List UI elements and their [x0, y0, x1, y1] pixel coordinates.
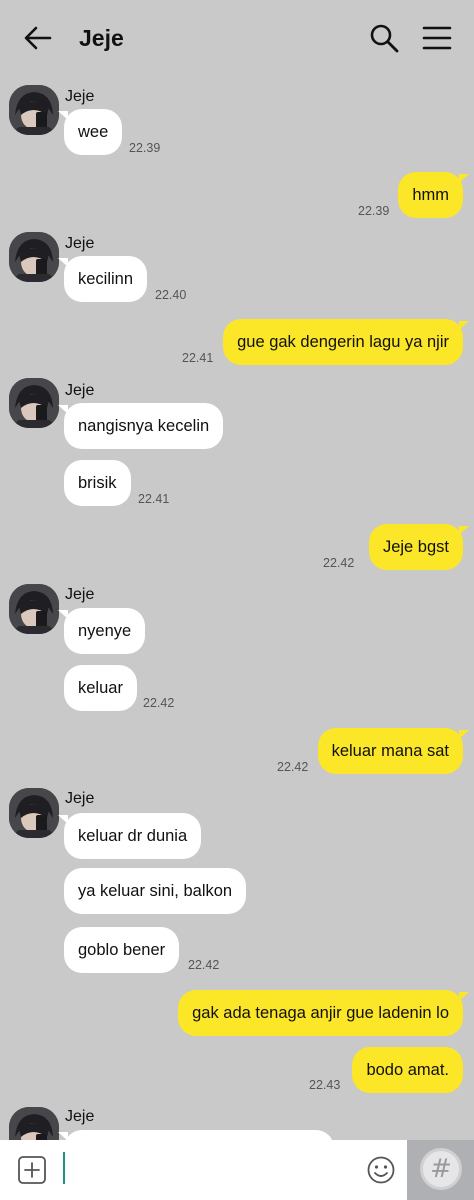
incoming-message[interactable] — [58, 1130, 334, 1140]
message-time: 22.42 — [277, 760, 309, 774]
incoming-message[interactable]: nangisnya kecelin — [57, 403, 224, 449]
plus-square-icon[interactable] — [17, 1155, 47, 1185]
message-time: 22.42 — [143, 696, 175, 710]
sender-name: Jeje — [65, 586, 95, 603]
sender-name: Jeje — [65, 88, 95, 105]
hash-icon: # — [420, 1148, 462, 1190]
avatar[interactable] — [9, 378, 59, 428]
message-input[interactable] — [62, 1150, 360, 1190]
search-icon[interactable] — [368, 22, 400, 54]
incoming-message[interactable]: brisik — [64, 460, 131, 506]
outgoing-message[interactable]: keluar mana sat — [317, 728, 470, 774]
hash-button[interactable]: # — [407, 1140, 474, 1200]
message-time: 22.41 — [138, 492, 170, 506]
text-cursor — [63, 1152, 65, 1184]
incoming-message[interactable]: kecilinn — [57, 256, 148, 302]
outgoing-message[interactable]: gak ada tenaga anjir gue ladenin lo — [178, 990, 469, 1036]
message-time: 22.41 — [182, 351, 214, 365]
message-time: 22.39 — [129, 141, 161, 155]
message-time: 22.39 — [358, 204, 390, 218]
message-time: 22.40 — [155, 288, 187, 302]
chat-title: Jeje — [79, 25, 124, 51]
message-time: 22.42 — [188, 958, 220, 972]
arrow-left-icon[interactable] — [22, 24, 54, 52]
outgoing-message[interactable]: bodo amat. — [352, 1047, 463, 1093]
incoming-message[interactable]: nyenye — [57, 608, 146, 654]
sender-name: Jeje — [65, 382, 95, 399]
incoming-message[interactable]: keluar — [64, 665, 137, 711]
avatar[interactable] — [9, 788, 59, 838]
outgoing-message[interactable]: hmm — [398, 172, 469, 218]
avatar[interactable] — [9, 1107, 59, 1140]
sender-name: Jeje — [65, 1108, 95, 1125]
message-time: 22.43 — [309, 1078, 341, 1092]
avatar[interactable] — [9, 584, 59, 634]
outgoing-message[interactable]: Jeje bgst — [368, 524, 470, 570]
sender-name: Jeje — [65, 235, 95, 252]
incoming-message[interactable]: goblo bener — [64, 927, 180, 973]
avatar[interactable] — [9, 232, 59, 282]
message-list[interactable]: Jeje wee 22.39 hmm 22.39 Jeje kecilinn 2… — [0, 78, 474, 1140]
incoming-message[interactable]: ya keluar sini, balkon — [64, 868, 247, 914]
avatar[interactable] — [9, 85, 59, 135]
incoming-message[interactable]: keluar dr dunia — [57, 813, 202, 859]
hamburger-menu-icon[interactable] — [422, 24, 452, 52]
sender-name: Jeje — [65, 790, 95, 807]
smiley-icon[interactable] — [366, 1155, 396, 1185]
message-input-bar: # — [0, 1140, 474, 1200]
chat-header: Jeje — [0, 0, 474, 78]
incoming-message[interactable]: wee — [57, 109, 123, 155]
outgoing-message[interactable]: gue gak dengerin lagu ya njir — [223, 319, 469, 365]
message-time: 22.42 — [323, 556, 355, 570]
